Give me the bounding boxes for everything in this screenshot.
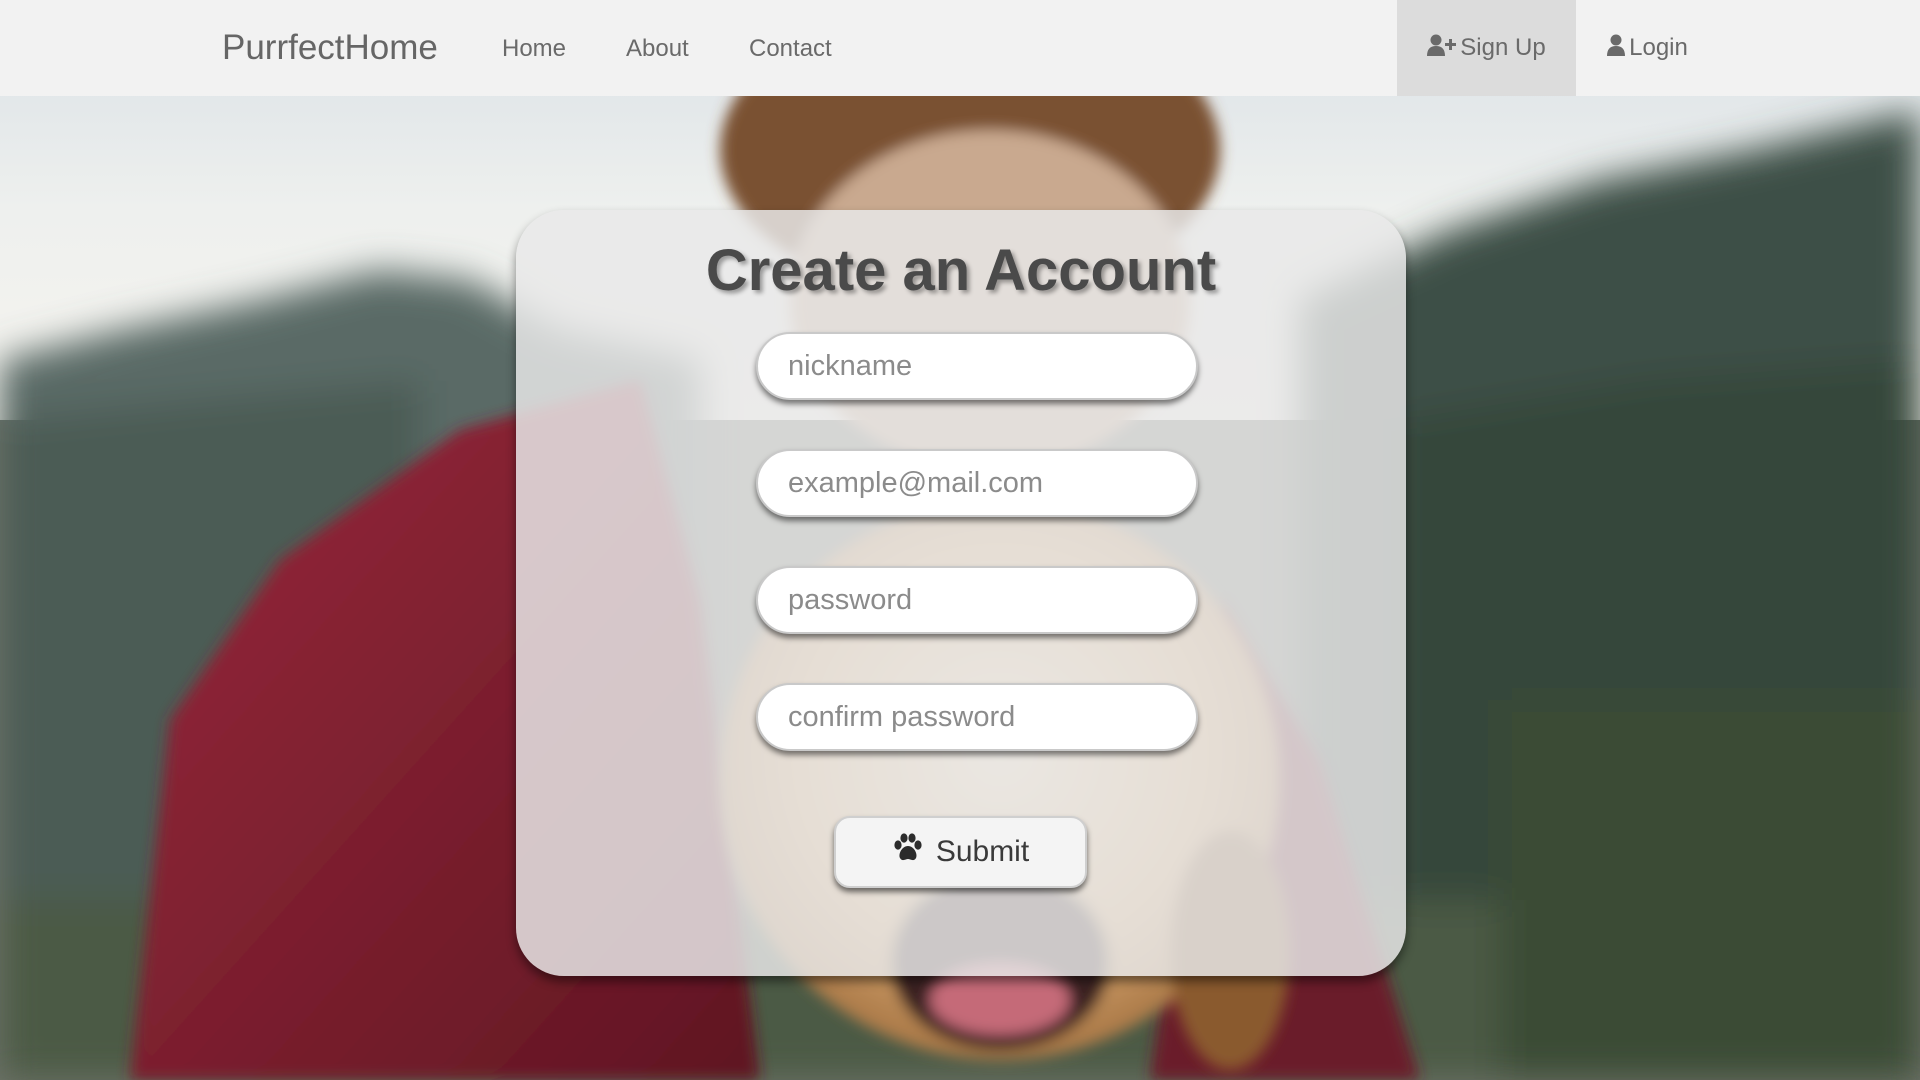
nav-link-home[interactable]: Home bbox=[502, 0, 566, 96]
paw-icon bbox=[892, 833, 936, 871]
submit-button[interactable]: Submit bbox=[834, 816, 1087, 888]
nav-link-about[interactable]: About bbox=[626, 0, 689, 96]
nav-signup-label: Sign Up bbox=[1460, 34, 1546, 61]
user-plus-icon bbox=[1427, 33, 1460, 64]
nav-login-button[interactable]: Login bbox=[1576, 0, 1718, 96]
nav-signup-button[interactable]: Sign Up bbox=[1397, 0, 1576, 96]
signup-card: Create an Account Submit bbox=[516, 210, 1406, 976]
user-icon bbox=[1606, 33, 1629, 64]
nav-link-contact[interactable]: Contact bbox=[749, 0, 832, 96]
confirm-password-input[interactable] bbox=[756, 683, 1198, 751]
top-navbar: PurrfectHome Home About Contact Sign Up … bbox=[0, 0, 1920, 96]
email-input[interactable] bbox=[756, 449, 1198, 517]
form-title: Create an Account bbox=[705, 238, 1217, 303]
brand-logo-link[interactable]: PurrfectHome bbox=[222, 0, 438, 96]
submit-label: Submit bbox=[935, 835, 1030, 868]
nickname-input[interactable] bbox=[756, 332, 1198, 400]
password-input[interactable] bbox=[756, 566, 1198, 634]
nav-login-label: Login bbox=[1629, 34, 1688, 61]
